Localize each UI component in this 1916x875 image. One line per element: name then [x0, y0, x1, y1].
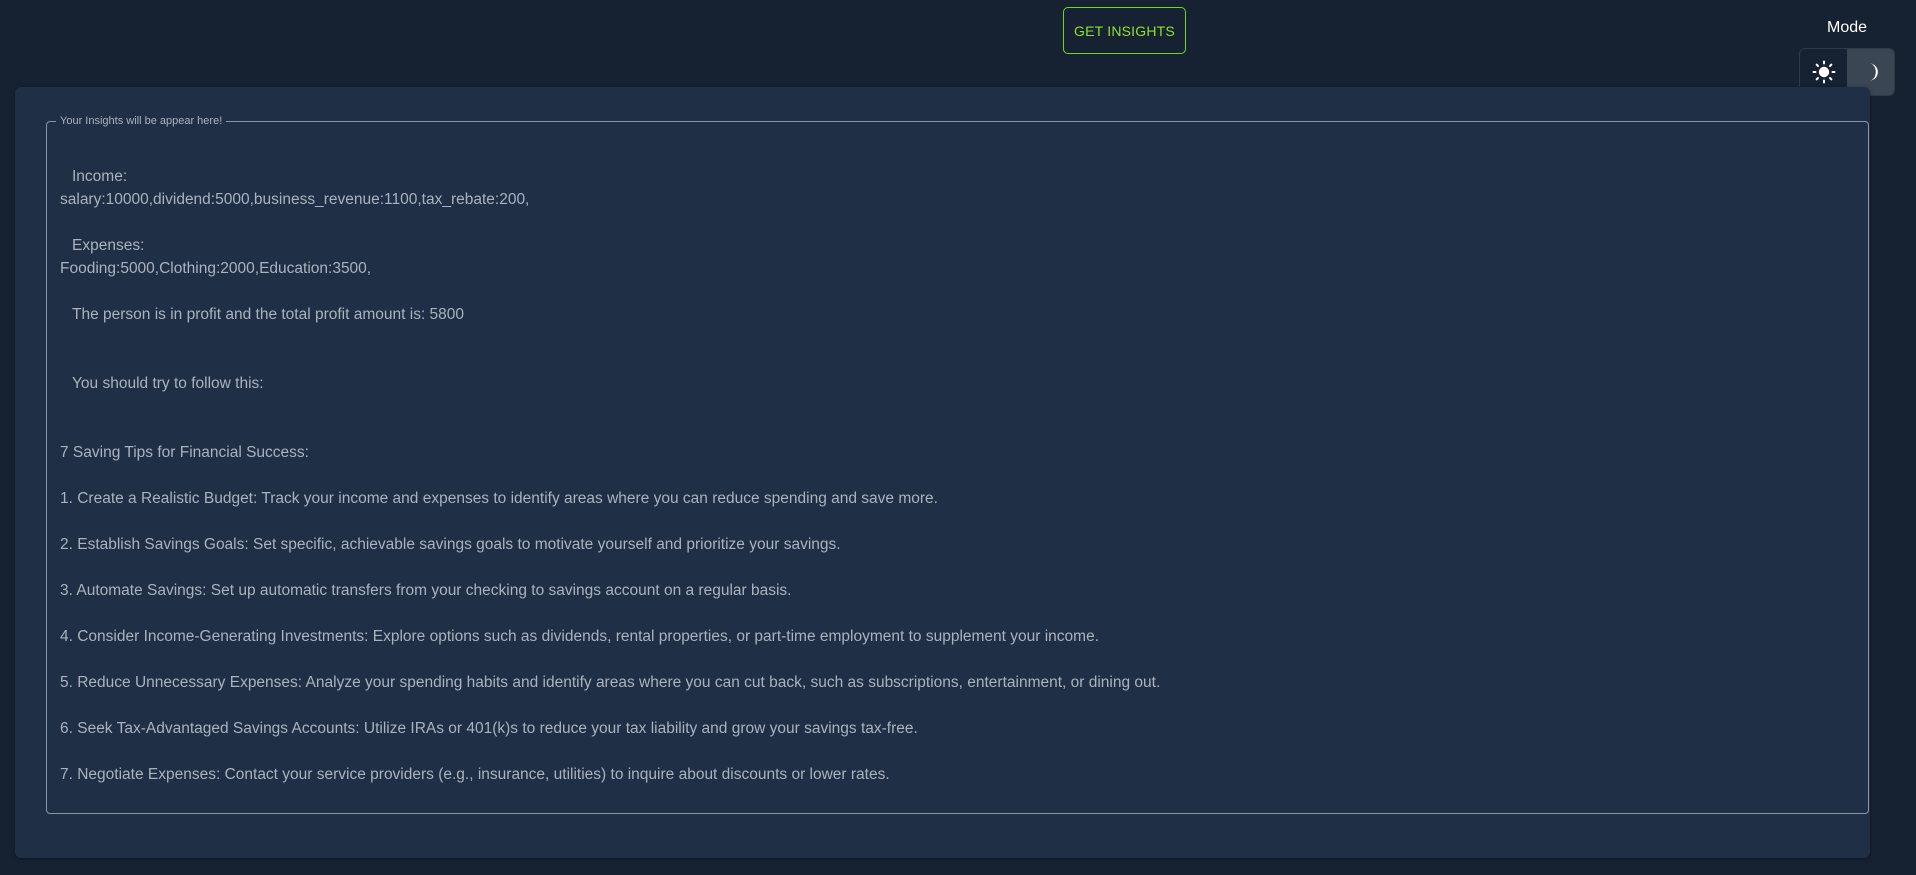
tip-item: 7. Negotiate Expenses: Contact your serv…	[60, 766, 890, 783]
mode-label: Mode	[1826, 19, 1868, 36]
tips-title: 7 Saving Tips for Financial Success:	[60, 444, 309, 461]
insights-content: Income: salary:10000,dividend:5000,busin…	[60, 165, 1858, 786]
get-insights-button[interactable]: GET INSIGHTS	[1063, 7, 1186, 54]
profit-statement: The person is in profit and the total pr…	[72, 306, 465, 323]
tip-item: 1. Create a Realistic Budget: Track your…	[60, 490, 938, 507]
expenses-values: Fooding:5000,Clothing:2000,Education:350…	[60, 260, 372, 277]
tip-item: 4. Consider Income-Generating Investment…	[60, 628, 1100, 645]
expenses-heading: Expenses:	[72, 237, 145, 254]
insights-box: Your Insights will be appear here! Incom…	[46, 114, 1869, 814]
tip-item: 6. Seek Tax-Advantaged Savings Accounts:…	[60, 720, 918, 737]
advice-intro: You should try to follow this:	[72, 375, 264, 392]
tip-item: 3. Automate Savings: Set up automatic tr…	[60, 582, 792, 599]
income-values: salary:10000,dividend:5000,business_reve…	[60, 191, 530, 208]
sun-icon	[1812, 60, 1835, 84]
tip-item: 2. Establish Savings Goals: Set specific…	[60, 536, 841, 553]
moon-icon	[1868, 63, 1878, 81]
insights-panel: Your Insights will be appear here! Incom…	[15, 87, 1870, 858]
tip-item: 5. Reduce Unnecessary Expenses: Analyze …	[60, 674, 1161, 691]
insights-legend: Your Insights will be appear here!	[60, 115, 223, 127]
income-heading: Income:	[72, 168, 128, 185]
